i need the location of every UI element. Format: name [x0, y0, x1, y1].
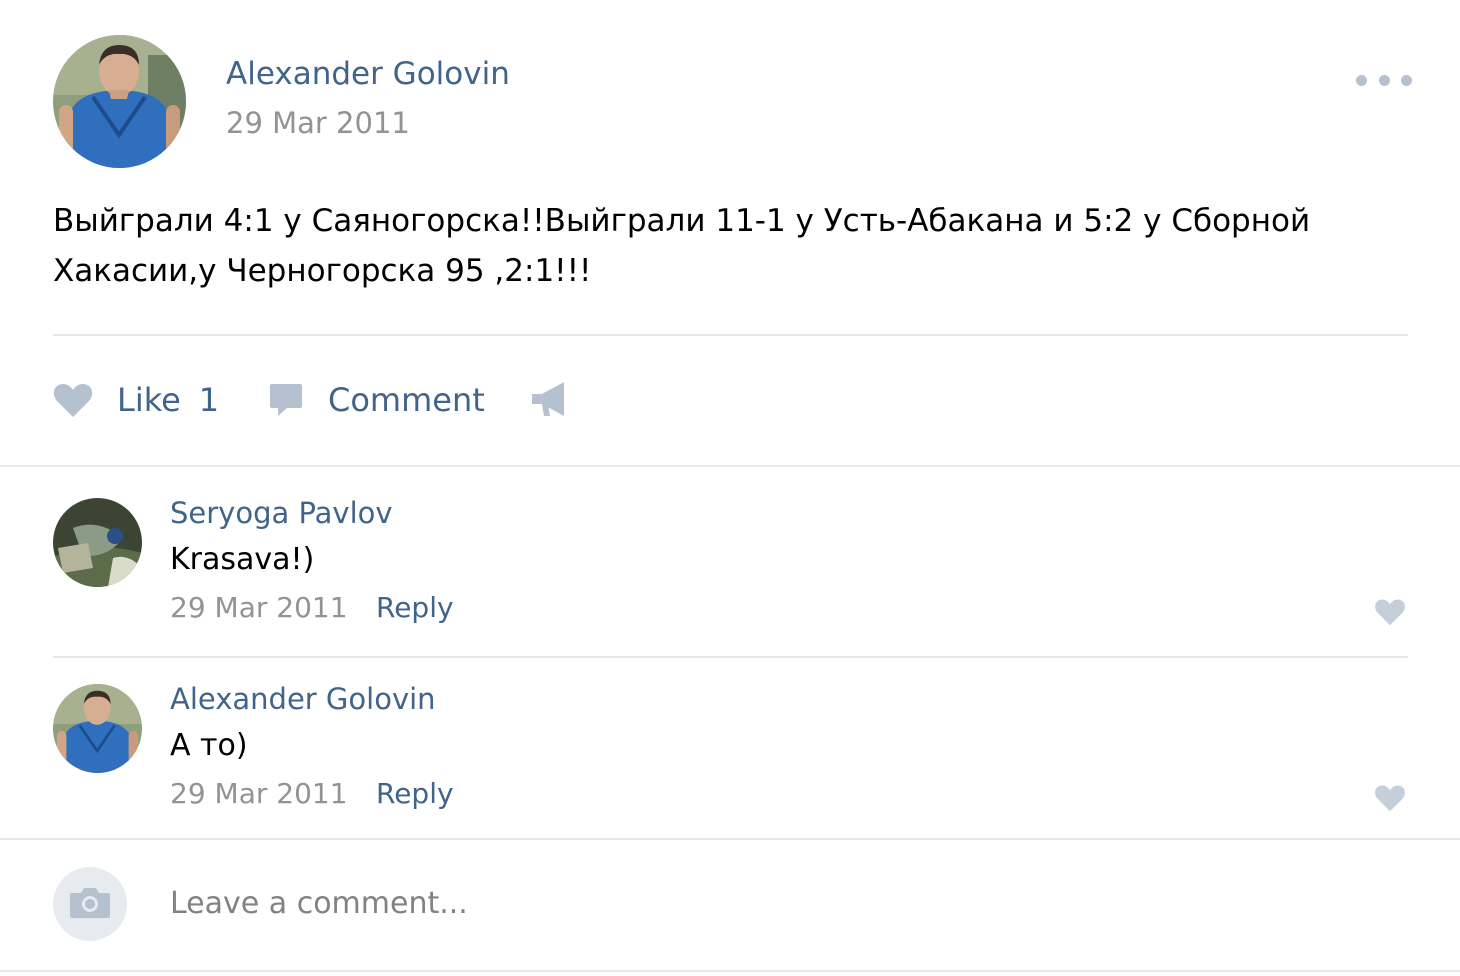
dot — [1401, 74, 1412, 86]
megaphone-icon — [530, 380, 570, 420]
attach-photo-button[interactable] — [53, 867, 127, 941]
like-count: 1 — [198, 381, 220, 419]
divider — [0, 970, 1460, 972]
reply-button[interactable]: Reply — [376, 777, 454, 810]
comment-avatar[interactable] — [53, 684, 142, 773]
comment-author-name[interactable]: Alexander Golovin — [170, 682, 436, 716]
post-date[interactable]: 29 Mar 2011 — [226, 106, 410, 140]
divider — [53, 334, 1408, 336]
comment-label: Comment — [328, 381, 485, 419]
comment-avatar[interactable] — [53, 498, 142, 587]
divider — [0, 838, 1460, 840]
comment-text: Krasava!) — [170, 542, 315, 577]
dot — [1356, 74, 1367, 86]
speech-bubble-icon — [267, 382, 305, 418]
like-button[interactable]: Like 1 — [53, 378, 219, 422]
dot — [1378, 74, 1390, 86]
divider — [0, 465, 1460, 467]
post-author-name[interactable]: Alexander Golovin — [226, 56, 510, 92]
comment-author-name[interactable]: Seryoga Pavlov — [170, 496, 393, 530]
heart-icon — [1374, 599, 1406, 630]
like-label: Like — [117, 381, 181, 419]
reply-button[interactable]: Reply — [376, 591, 454, 624]
comment-like-button[interactable] — [1374, 784, 1406, 816]
more-options-icon[interactable] — [1356, 68, 1412, 92]
divider — [53, 656, 1408, 658]
comment-input[interactable] — [170, 878, 1370, 928]
comment-date[interactable]: 29 Mar 2011 — [170, 777, 348, 810]
camera-icon — [69, 885, 111, 923]
comment-text: А то) — [170, 728, 248, 763]
heart-icon — [53, 382, 93, 418]
author-avatar[interactable] — [53, 35, 186, 168]
comment-date[interactable]: 29 Mar 2011 — [170, 591, 348, 624]
post-text: Выйграли 4:1 у Саяногорска!!Выйграли 11-… — [53, 203, 1311, 289]
comment-button[interactable]: Comment — [267, 378, 485, 422]
share-button[interactable] — [530, 380, 570, 420]
wall-post: Alexander Golovin 29 Mar 2011 Выйграли 4… — [0, 0, 1460, 976]
comment-like-button[interactable] — [1374, 598, 1406, 630]
heart-icon — [1374, 785, 1406, 816]
